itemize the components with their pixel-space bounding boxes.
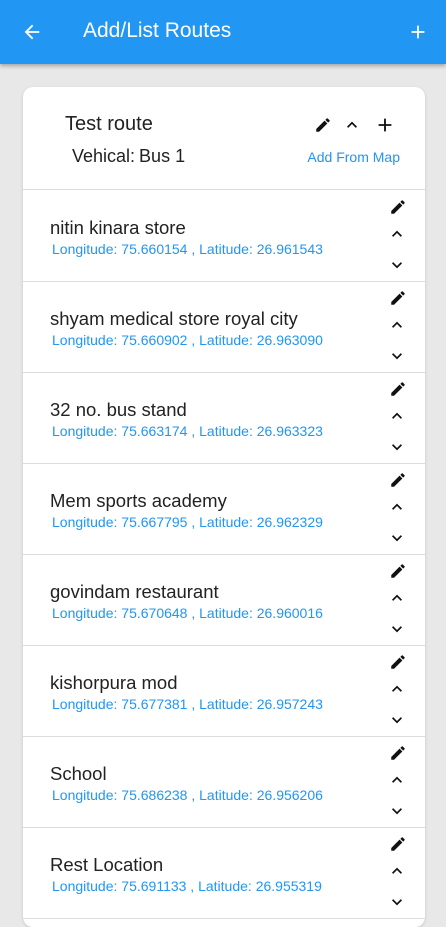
edit-stop-button[interactable]: [388, 652, 408, 672]
stop-list: nitin kinara store Longitude: 75.660154 …: [23, 191, 425, 919]
pencil-icon: [391, 837, 405, 851]
chevron-down-icon: [392, 535, 402, 542]
move-up-button[interactable]: [387, 406, 407, 426]
stop-name: shyam medical store royal city: [50, 308, 298, 329]
list-item: nitin kinara store Longitude: 75.660154 …: [23, 191, 425, 282]
move-up-button[interactable]: [387, 315, 407, 335]
stop-coordinates: Longitude: 75.686238 , Latitude: 26.9562…: [52, 787, 323, 803]
edit-stop-button[interactable]: [388, 197, 408, 217]
stop-coordinates: Longitude: 75.677381 , Latitude: 26.9572…: [52, 696, 323, 712]
list-item: kishorpura mod Longitude: 75.677381 , La…: [23, 646, 425, 737]
edit-stop-button[interactable]: [388, 561, 408, 581]
arrow-back-icon: [24, 24, 40, 40]
app-bar: Add/List Routes: [0, 0, 446, 64]
stop-coordinates: Longitude: 75.660154 , Latitude: 26.9615…: [52, 241, 323, 257]
move-up-button[interactable]: [387, 770, 407, 790]
add-stop-button[interactable]: [374, 114, 396, 136]
add-from-map-link[interactable]: Add From Map: [307, 149, 400, 165]
stop-name: Mem sports academy: [50, 490, 227, 511]
stop-name: kishorpura mod: [50, 672, 178, 693]
edit-route-button[interactable]: [313, 115, 333, 135]
stop-coordinates: Longitude: 75.691133 , Latitude: 26.9553…: [52, 878, 322, 894]
collapse-route-button[interactable]: [342, 115, 362, 135]
move-down-button[interactable]: [387, 255, 407, 275]
add-route-button[interactable]: [400, 14, 436, 50]
pencil-icon: [391, 746, 405, 760]
chevron-up-icon: [392, 867, 402, 874]
chevron-up-icon: [392, 412, 402, 419]
route-card: Test route Vehical: Bus 1 Add From Map ni…: [23, 87, 425, 927]
chevron-down-icon: [392, 626, 402, 633]
vehicle-label: Vehical:: [72, 146, 136, 166]
move-up-button[interactable]: [387, 497, 407, 517]
move-up-button[interactable]: [387, 224, 407, 244]
stop-name: Rest Location: [50, 854, 164, 875]
list-item: Mem sports academy Longitude: 75.667795 …: [23, 464, 425, 555]
plus-icon: [378, 118, 392, 132]
stop-coordinates: Longitude: 75.660902 , Latitude: 26.9630…: [52, 332, 323, 348]
chevron-up-icon: [392, 776, 402, 783]
move-up-button[interactable]: [387, 679, 407, 699]
move-down-button[interactable]: [387, 528, 407, 548]
move-up-button[interactable]: [387, 861, 407, 881]
stop-name: nitin kinara store: [50, 217, 186, 238]
pencil-icon: [391, 200, 405, 214]
stop-name: School: [50, 763, 107, 784]
stop-coordinates: Longitude: 75.663174 , Latitude: 26.9633…: [52, 423, 323, 439]
plus-icon: [411, 25, 425, 39]
pencil-icon: [316, 118, 330, 132]
pencil-icon: [391, 655, 405, 669]
move-down-button[interactable]: [387, 892, 407, 912]
chevron-down-icon: [392, 808, 402, 815]
chevron-down-icon: [392, 353, 402, 360]
chevron-down-icon: [392, 717, 402, 724]
chevron-up-icon: [347, 121, 357, 128]
move-down-button[interactable]: [387, 619, 407, 639]
edit-stop-button[interactable]: [388, 470, 408, 490]
edit-stop-button[interactable]: [388, 379, 408, 399]
page-title: Add/List Routes: [83, 19, 232, 42]
move-down-button[interactable]: [387, 710, 407, 730]
stop-name: govindam restaurant: [50, 581, 219, 602]
back-button[interactable]: [14, 14, 50, 50]
move-down-button[interactable]: [387, 346, 407, 366]
chevron-down-icon: [392, 899, 402, 906]
list-item: 32 no. bus stand Longitude: 75.663174 , …: [23, 373, 425, 464]
list-item: shyam medical store royal city Longitude…: [23, 282, 425, 373]
edit-stop-button[interactable]: [388, 288, 408, 308]
chevron-up-icon: [392, 594, 402, 601]
move-up-button[interactable]: [387, 588, 407, 608]
edit-stop-button[interactable]: [388, 743, 408, 763]
pencil-icon: [391, 382, 405, 396]
vehicle-value: Bus 1: [139, 146, 186, 166]
stop-coordinates: Longitude: 75.670648 , Latitude: 26.9600…: [52, 605, 323, 621]
pencil-icon: [391, 564, 405, 578]
pencil-icon: [391, 291, 405, 305]
route-header: Test route Vehical: Bus 1 Add From Map: [23, 87, 425, 190]
chevron-up-icon: [392, 321, 402, 328]
pencil-icon: [391, 473, 405, 487]
list-item: School Longitude: 75.686238 , Latitude: …: [23, 737, 425, 828]
stop-name: 32 no. bus stand: [50, 399, 187, 420]
list-item: Rest Location Longitude: 75.691133 , Lat…: [23, 828, 425, 919]
chevron-up-icon: [392, 685, 402, 692]
edit-stop-button[interactable]: [388, 834, 408, 854]
stop-coordinates: Longitude: 75.667795 , Latitude: 26.9623…: [52, 514, 323, 530]
chevron-up-icon: [392, 230, 402, 237]
chevron-up-icon: [392, 503, 402, 510]
chevron-down-icon: [392, 262, 402, 269]
move-down-button[interactable]: [387, 437, 407, 457]
route-name: Test route: [65, 113, 153, 135]
chevron-down-icon: [392, 444, 402, 451]
list-item: govindam restaurant Longitude: 75.670648…: [23, 555, 425, 646]
move-down-button[interactable]: [387, 801, 407, 821]
vehicle-info: Vehical: Bus 1: [68, 146, 185, 167]
